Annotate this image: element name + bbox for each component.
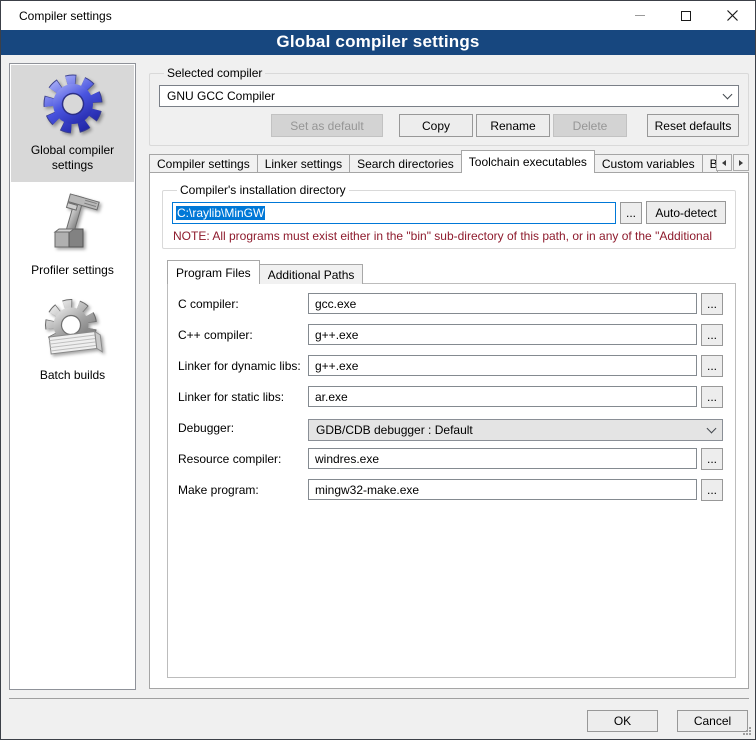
dynamic-linker-label: Linker for dynamic libs:	[178, 359, 308, 373]
c-compiler-row: C compiler: ...	[168, 288, 735, 319]
tab-search-directories[interactable]: Search directories	[349, 154, 462, 173]
debugger-select-value: GDB/CDB debugger : Default	[316, 423, 473, 437]
static-linker-browse-button[interactable]: ...	[701, 386, 723, 408]
toolchain-executables-page: Compiler's installation directory C:\ray…	[149, 172, 749, 689]
installation-directory-browse-button[interactable]: ...	[620, 202, 642, 224]
resource-compiler-input[interactable]	[308, 448, 697, 469]
tab-toolchain-executables[interactable]: Toolchain executables	[461, 150, 595, 173]
chevron-down-icon	[707, 423, 717, 433]
delete-button: Delete	[553, 114, 627, 137]
installation-directory-group: Compiler's installation directory C:\ray…	[162, 183, 736, 249]
resource-compiler-label: Resource compiler:	[178, 452, 308, 466]
installation-directory-input[interactable]: C:\raylib\MinGW	[172, 202, 616, 224]
tab-scroll-left-button[interactable]	[716, 154, 732, 171]
window-controls	[617, 1, 755, 30]
compiler-select-value: GNU GCC Compiler	[167, 89, 275, 103]
dynamic-linker-row: Linker for dynamic libs: ...	[168, 350, 735, 381]
sidebar-item-global-compiler-settings[interactable]: Global compiler settings	[11, 65, 134, 182]
installation-directory-value: C:\raylib\MinGW	[176, 206, 265, 220]
static-linker-input[interactable]	[308, 386, 697, 407]
sidebar-item-label: Global compiler settings	[13, 143, 132, 173]
close-icon	[726, 9, 739, 22]
program-files-tab-strip: Program Files Additional Paths	[167, 260, 748, 284]
debugger-row: Debugger: GDB/CDB debugger : Default	[168, 412, 735, 443]
selected-compiler-group: Selected compiler GNU GCC Compiler Set a…	[149, 66, 749, 146]
blue-gear-icon	[41, 72, 105, 136]
set-as-default-button: Set as default	[271, 114, 383, 137]
resize-grip[interactable]	[742, 726, 752, 736]
caliper-icon	[41, 192, 105, 256]
main-panel: Selected compiler GNU GCC Compiler Set a…	[149, 63, 749, 693]
auto-detect-button[interactable]: Auto-detect	[646, 201, 726, 224]
selected-compiler-legend: Selected compiler	[164, 66, 265, 80]
cpp-compiler-input[interactable]	[308, 324, 697, 345]
maximize-icon	[681, 11, 691, 21]
cpp-compiler-browse-button[interactable]: ...	[701, 324, 723, 346]
arrow-left-icon	[722, 160, 726, 166]
resource-compiler-browse-button[interactable]: ...	[701, 448, 723, 470]
make-program-label: Make program:	[178, 483, 308, 497]
c-compiler-browse-button[interactable]: ...	[701, 293, 723, 315]
bin-subdirectory-note: NOTE: All programs must exist either in …	[173, 229, 726, 243]
maximize-button[interactable]	[663, 1, 709, 30]
footer-separator	[9, 698, 749, 699]
compiler-select[interactable]: GNU GCC Compiler	[159, 85, 739, 107]
settings-category-list: Global compiler settings Pr	[9, 63, 136, 690]
cpp-compiler-row: C++ compiler: ...	[168, 319, 735, 350]
chevron-down-icon	[723, 89, 733, 99]
sidebar-item-label: Batch builds	[40, 368, 105, 383]
arrow-right-icon	[739, 160, 743, 166]
titlebar: Compiler settings	[1, 1, 755, 30]
resource-compiler-row: Resource compiler: ...	[168, 443, 735, 474]
make-program-browse-button[interactable]: ...	[701, 479, 723, 501]
dynamic-linker-input[interactable]	[308, 355, 697, 376]
dynamic-linker-browse-button[interactable]: ...	[701, 355, 723, 377]
cancel-button[interactable]: Cancel	[677, 710, 748, 732]
static-linker-row: Linker for static libs: ...	[168, 381, 735, 412]
c-compiler-label: C compiler:	[178, 297, 308, 311]
static-linker-label: Linker for static libs:	[178, 390, 308, 404]
page-title: Global compiler settings	[1, 30, 755, 55]
cpp-compiler-label: C++ compiler:	[178, 328, 308, 342]
program-files-panel: C compiler: ... C++ compiler: ... Linker…	[167, 283, 736, 678]
sidebar-item-batch-builds[interactable]: Batch builds	[11, 290, 134, 392]
rename-button[interactable]: Rename	[476, 114, 550, 137]
tab-program-files[interactable]: Program Files	[167, 260, 260, 284]
minimize-button	[617, 1, 663, 30]
reset-defaults-button[interactable]: Reset defaults	[647, 114, 739, 137]
debugger-select[interactable]: GDB/CDB debugger : Default	[308, 419, 723, 441]
window-title: Compiler settings	[19, 9, 112, 23]
compiler-settings-dialog: Compiler settings Global compiler settin…	[0, 0, 756, 740]
installation-directory-legend: Compiler's installation directory	[177, 183, 349, 197]
close-button[interactable]	[709, 1, 755, 30]
ok-button[interactable]: OK	[587, 710, 658, 732]
c-compiler-input[interactable]	[308, 293, 697, 314]
debugger-label: Debugger:	[178, 421, 308, 435]
tab-custom-variables[interactable]: Custom variables	[594, 154, 703, 173]
make-program-row: Make program: ...	[168, 474, 735, 505]
copy-button[interactable]: Copy	[399, 114, 473, 137]
make-program-input[interactable]	[308, 479, 697, 500]
tab-linker-settings[interactable]: Linker settings	[257, 154, 350, 173]
tab-additional-paths[interactable]: Additional Paths	[259, 264, 364, 284]
sidebar-item-label: Profiler settings	[31, 263, 114, 278]
gray-gear-papers-icon	[41, 297, 105, 361]
sidebar-item-profiler-settings[interactable]: Profiler settings	[11, 185, 134, 287]
settings-tab-strip: Compiler settings Linker settings Search…	[149, 150, 749, 173]
tab-compiler-settings[interactable]: Compiler settings	[149, 154, 258, 173]
tab-scroll-right-button[interactable]	[733, 154, 749, 171]
minimize-icon	[635, 15, 645, 16]
compiler-actions: Set as default Copy Rename Delete Reset …	[159, 114, 739, 137]
